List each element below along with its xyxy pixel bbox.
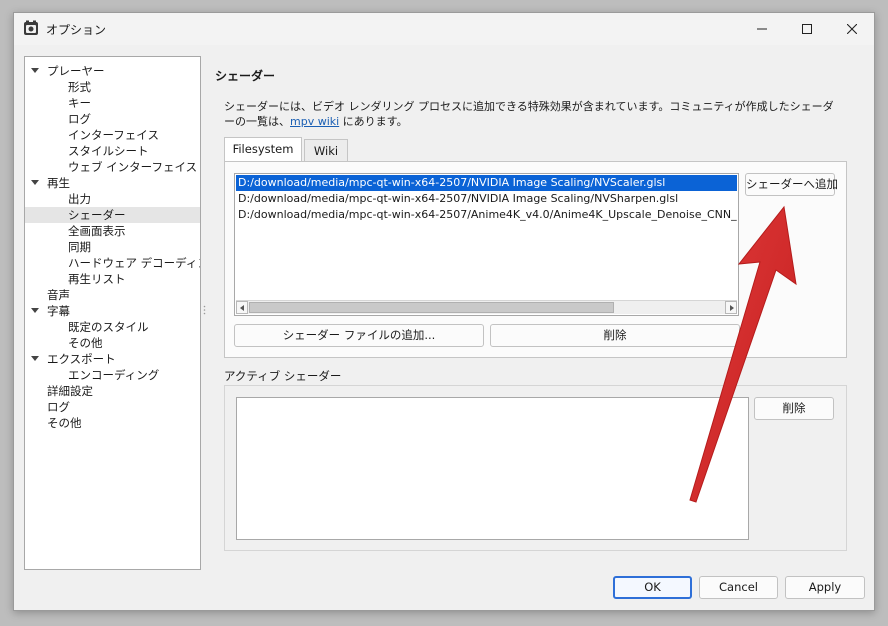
tree-item-label: 同期 — [68, 240, 91, 254]
minimize-button[interactable] — [739, 13, 785, 45]
scroll-left-button[interactable] — [236, 301, 248, 314]
close-button[interactable] — [829, 13, 874, 45]
tree-item[interactable]: 詳細設定 — [25, 383, 200, 399]
tree-item-label: スタイルシート — [68, 144, 149, 158]
cancel-button[interactable]: Cancel — [699, 576, 778, 599]
tree-item[interactable]: シェーダー — [25, 207, 200, 223]
delete-active-shader-button[interactable]: 削除 — [754, 397, 834, 420]
tree-item-label: 詳細設定 — [47, 384, 93, 398]
active-shaders-label: アクティブ シェーダー — [224, 369, 342, 383]
splitter-handle[interactable] — [203, 305, 206, 317]
tree-item[interactable]: 出力 — [25, 191, 200, 207]
tree-item-label: 全画面表示 — [68, 224, 126, 238]
add-to-shaders-button[interactable]: シェーダーへ追加 — [745, 173, 838, 196]
horizontal-scrollbar[interactable] — [236, 300, 737, 314]
section-title: シェーダー — [215, 69, 276, 83]
window-title: オプション — [46, 23, 107, 37]
tree-item-label: キー — [68, 96, 91, 110]
tree-item-label: 字幕 — [47, 304, 70, 318]
tree-item[interactable]: エンコーディング — [25, 367, 200, 383]
tree-item[interactable]: インターフェイス — [25, 127, 200, 143]
minimize-icon — [757, 28, 767, 30]
tree-item[interactable]: エクスポート — [25, 351, 200, 367]
tree-item[interactable]: 同期 — [25, 239, 200, 255]
tree-item[interactable]: ログ — [25, 111, 200, 127]
description-suffix: にあります。 — [339, 115, 408, 128]
delete-file-button[interactable]: 削除 — [490, 324, 740, 347]
mpv-wiki-link[interactable]: mpv wiki — [290, 115, 339, 128]
expand-arrow-icon[interactable] — [31, 356, 39, 361]
tree-item[interactable]: 音声 — [25, 287, 200, 303]
tree-item[interactable]: 字幕 — [25, 303, 200, 319]
tree-item[interactable]: スタイルシート — [25, 143, 200, 159]
tree-item[interactable]: その他 — [25, 335, 200, 351]
tree-item[interactable]: 形式 — [25, 79, 200, 95]
scroll-right-button[interactable] — [725, 301, 737, 314]
file-list-item[interactable]: D:/download/media/mpc-qt-win-x64-2507/An… — [236, 207, 737, 223]
maximize-icon — [802, 24, 812, 34]
tree-item[interactable]: ウェブ インターフェイス — [25, 159, 200, 175]
expand-arrow-icon[interactable] — [31, 68, 39, 73]
close-icon — [847, 24, 857, 34]
tree-item-label: その他 — [47, 416, 82, 430]
tree-item-label: 既定のスタイル — [68, 320, 149, 334]
tree-item-label: 出力 — [68, 192, 91, 206]
tree-item-label: ログ — [47, 400, 70, 414]
tree-item-label: エクスポート — [47, 352, 116, 366]
tree-item-label: ログ — [68, 112, 91, 126]
tree-item[interactable]: ハードウェア デコーディング — [25, 255, 200, 271]
expand-arrow-icon[interactable] — [31, 308, 39, 313]
file-list-item[interactable]: D:/download/media/mpc-qt-win-x64-2507/NV… — [236, 175, 737, 191]
tree-item-label: プレーヤー — [47, 64, 105, 78]
tree-item-label: インターフェイス — [68, 128, 159, 142]
maximize-button[interactable] — [784, 13, 830, 45]
tree-item-label: ウェブ インターフェイス — [68, 160, 198, 174]
tree-item-label: その他 — [68, 336, 103, 350]
chevron-right-icon — [730, 305, 734, 311]
scrollbar-thumb[interactable] — [249, 302, 614, 313]
chevron-left-icon — [240, 305, 244, 311]
tree-item-label: 再生リスト — [68, 272, 126, 286]
tree-item[interactable]: プレーヤー — [25, 63, 200, 79]
tab-filesystem[interactable]: Filesystem — [224, 137, 302, 161]
tree-item[interactable]: キー — [25, 95, 200, 111]
tree-item[interactable]: 既定のスタイル — [25, 319, 200, 335]
tree-item-label: 音声 — [47, 288, 70, 302]
tree-item-label: エンコーディング — [68, 368, 160, 382]
add-shader-file-button[interactable]: シェーダー ファイルの追加... — [234, 324, 484, 347]
tree-item[interactable]: ログ — [25, 399, 200, 415]
tree-item-label: シェーダー — [68, 208, 126, 222]
active-shader-list[interactable] — [236, 397, 749, 540]
tab-wiki[interactable]: Wiki — [304, 139, 348, 161]
tree-item-label: 形式 — [68, 80, 91, 94]
tree-item-label: ハードウェア デコーディング — [68, 256, 200, 270]
tree-item[interactable]: その他 — [25, 415, 200, 431]
ok-button[interactable]: OK — [613, 576, 692, 599]
file-list-item[interactable]: D:/download/media/mpc-qt-win-x64-2507/NV… — [236, 191, 737, 207]
app-icon — [24, 20, 38, 35]
title-bar: オプション — [14, 13, 874, 45]
tree-item[interactable]: 再生 — [25, 175, 200, 191]
tree-item-label: 再生 — [47, 176, 70, 190]
tree-item[interactable]: 再生リスト — [25, 271, 200, 287]
shader-file-list[interactable]: D:/download/media/mpc-qt-win-x64-2507/NV… — [234, 173, 739, 316]
settings-tree: プレーヤー 形式 キー ログ インターフェイス スタイルシート ウェブ インターフェイス 再生… — [24, 56, 201, 570]
options-window: オプション プレーヤー 形式 キー ログ インターフェイス スタイルシート ウェブ インター… — [13, 12, 875, 611]
tree-item[interactable]: 全画面表示 — [25, 223, 200, 239]
apply-button[interactable]: Apply — [785, 576, 865, 599]
section-description: シェーダーには、ビデオ レンダリング プロセスに追加できる特殊効果が含まれていま… — [224, 99, 844, 129]
expand-arrow-icon[interactable] — [31, 180, 39, 185]
